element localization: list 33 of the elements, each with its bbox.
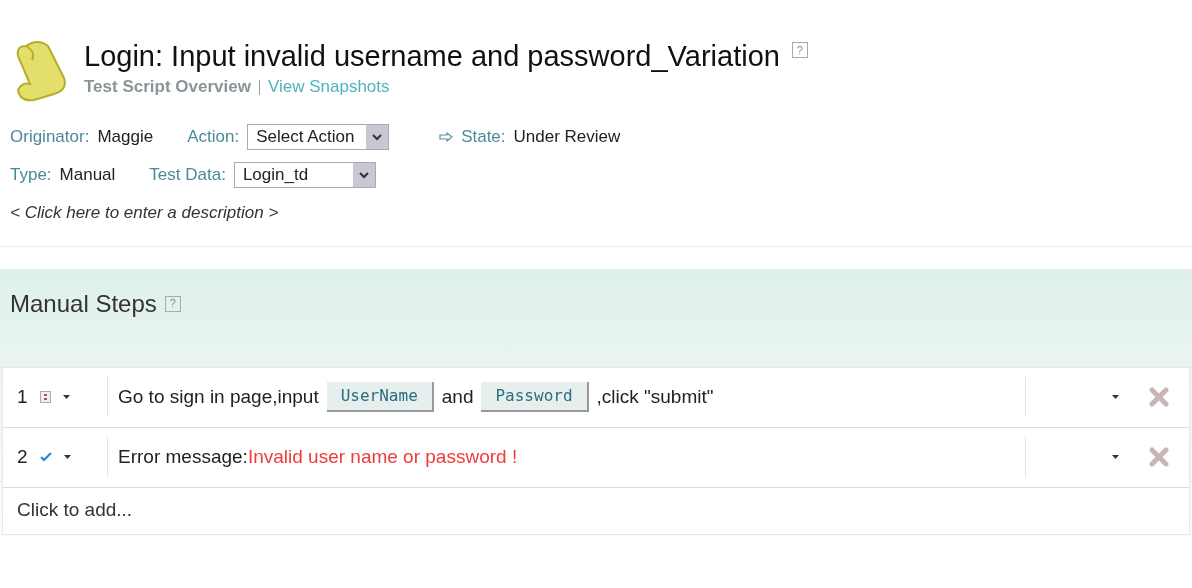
field-value: Maggie xyxy=(97,126,154,149)
field-label: Originator: xyxy=(10,126,90,149)
dropdown[interactable]: Login_td xyxy=(233,162,376,188)
caret-icon[interactable] xyxy=(1112,395,1119,399)
step-number: 2 xyxy=(17,444,28,469)
caret-icon[interactable] xyxy=(62,395,70,399)
field-label: Action: xyxy=(187,126,240,149)
step-row[interactable]: 2 Error message:Invalid user name or password ! xyxy=(3,427,1189,488)
add-step-row[interactable]: Click to add... xyxy=(3,487,1189,534)
field-label: Test Data: xyxy=(149,164,226,187)
dropdown[interactable]: Select Action xyxy=(247,124,390,150)
step-icon xyxy=(39,391,51,403)
arrow-icon xyxy=(439,132,454,142)
caret-icon[interactable] xyxy=(63,455,71,459)
step-row[interactable]: 1 Go to sign in page,input UserName and Password ,click "submit" xyxy=(3,367,1189,428)
step-text: and xyxy=(441,384,474,409)
panel-title: Manual Steps xyxy=(10,288,157,319)
field-value: Under Review xyxy=(513,126,621,149)
parameter-field[interactable]: Password xyxy=(481,382,589,412)
field-value: Manual xyxy=(59,164,116,187)
caret-icon[interactable] xyxy=(1112,455,1119,459)
step-text: ,click "submit" xyxy=(596,384,714,409)
check-icon xyxy=(39,452,52,462)
description-link[interactable]: < Click here to enter a description > xyxy=(10,200,1192,226)
step-text: Go to sign in page,input xyxy=(118,384,319,409)
step-text: Error message: xyxy=(118,444,248,469)
help-icon[interactable]: ? xyxy=(791,42,808,58)
field-label: Type: xyxy=(10,164,52,187)
page-title: Login: Input invalid username and password_Variation xyxy=(84,39,780,74)
parameter-field[interactable]: UserName xyxy=(326,382,434,412)
error-text: Invalid user name or password ! xyxy=(247,444,518,469)
field-label: State: xyxy=(461,126,506,149)
step-number: 1 xyxy=(17,384,28,409)
